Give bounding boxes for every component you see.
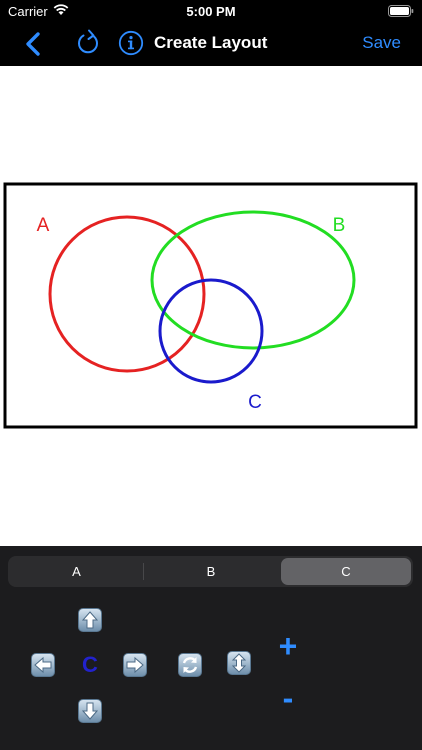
arrow-right-icon xyxy=(126,656,144,674)
venn-diagram: A B C xyxy=(3,182,418,429)
set-b-label: B xyxy=(333,215,346,236)
rotate-icon xyxy=(182,657,198,673)
up-down-arrow-icon xyxy=(231,653,247,673)
move-up-button[interactable] xyxy=(78,608,102,632)
screen: Carrier 5:00 PM Create Layout Save A B C… xyxy=(0,0,422,750)
segment-b[interactable]: B xyxy=(144,558,278,585)
refresh-icon[interactable] xyxy=(74,29,102,57)
set-c-circle xyxy=(158,278,264,384)
enlarge-button[interactable]: + xyxy=(274,628,302,665)
nav-bar: Create Layout Save xyxy=(0,22,422,66)
selected-set-label: C xyxy=(82,652,98,677)
control-panel: A B C xyxy=(0,546,422,750)
set-a-circle xyxy=(48,215,206,373)
info-icon[interactable] xyxy=(118,30,144,56)
status-time: 5:00 PM xyxy=(186,4,236,19)
vertical-resize-button[interactable] xyxy=(227,651,251,675)
set-c-label: C xyxy=(248,392,262,413)
segment-c[interactable]: C xyxy=(281,558,411,585)
battery-icon xyxy=(388,5,414,20)
set-b-ellipse xyxy=(150,210,356,350)
segment-a[interactable]: A xyxy=(10,558,143,585)
layout-canvas[interactable]: A B C xyxy=(0,66,422,546)
move-down-button[interactable] xyxy=(78,699,102,723)
arrow-up-icon xyxy=(81,611,99,629)
diagram-border xyxy=(3,182,418,429)
status-bar: Carrier 5:00 PM xyxy=(0,0,422,22)
set-segmented-control: A B C xyxy=(8,556,413,587)
set-a-label: A xyxy=(37,215,50,236)
page-title: Create Layout xyxy=(154,33,268,52)
move-right-button[interactable] xyxy=(123,653,147,677)
shrink-button[interactable]: - xyxy=(276,680,300,717)
arrow-left-icon xyxy=(34,656,52,674)
back-icon[interactable] xyxy=(20,30,48,58)
rotate-button[interactable] xyxy=(178,653,202,677)
move-left-button[interactable] xyxy=(31,653,55,677)
arrow-down-icon xyxy=(81,702,99,720)
save-button[interactable]: Save xyxy=(362,33,401,53)
